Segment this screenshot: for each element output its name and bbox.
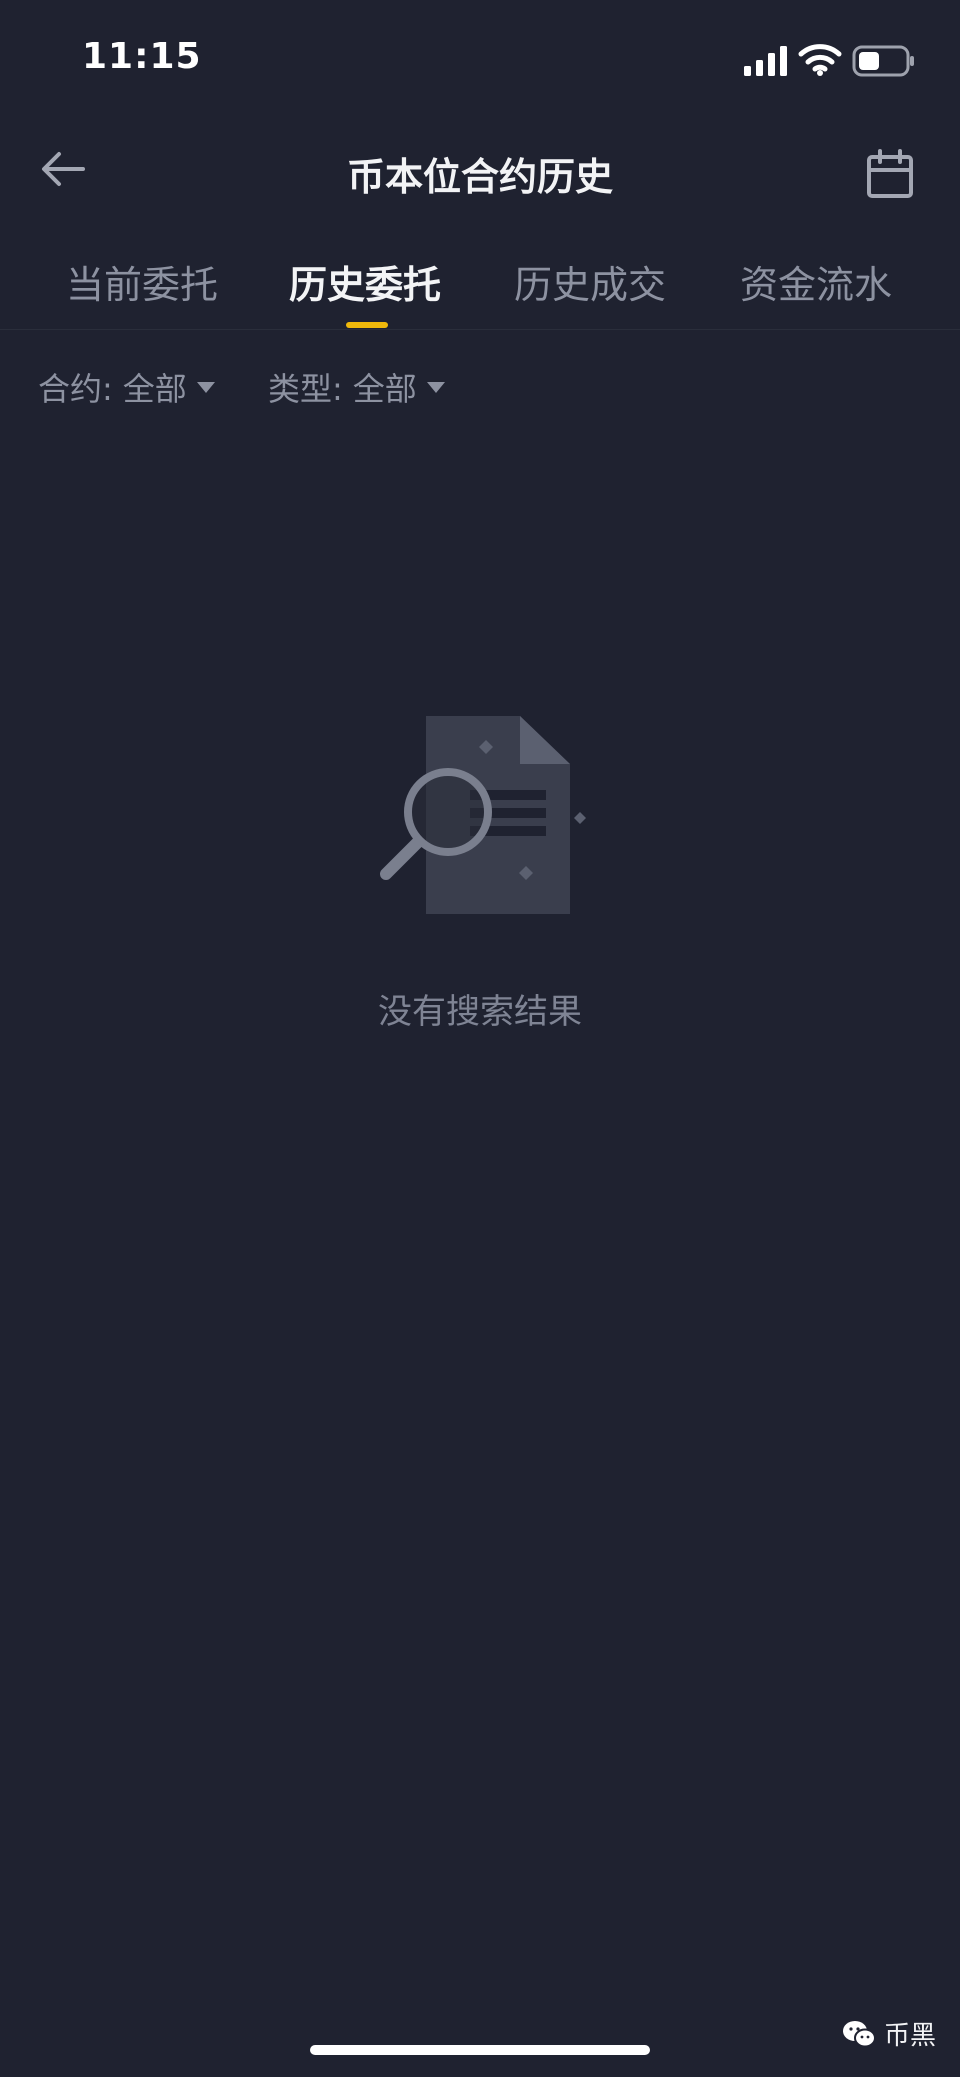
tab-current-orders[interactable]: 当前委托: [66, 254, 218, 309]
contract-filter-value: 全部: [122, 370, 187, 408]
signal-icon: [744, 46, 787, 76]
type-filter-label: 类型:: [268, 370, 343, 408]
wifi-icon: [798, 44, 842, 76]
tab-order-history[interactable]: 历史委托: [289, 254, 441, 309]
status-bar: 11:15: [0, 0, 960, 120]
document-search-icon: [380, 716, 586, 914]
tab-trade-history[interactable]: 历史成交: [514, 254, 666, 309]
caret-down-icon: [426, 381, 445, 393]
tab-funding-flow[interactable]: 资金流水: [740, 254, 892, 309]
contract-filter-label: 合约:: [38, 370, 113, 408]
calendar-button[interactable]: [858, 142, 922, 206]
active-tab-indicator: [346, 322, 388, 328]
empty-state-message: 没有搜索结果: [378, 992, 582, 1032]
watermark: 币黑: [842, 2015, 936, 2052]
screen: 11:15 币本位合约历史 当前委托 历史委托 历史成交 资金流水 合约: 全部…: [0, 0, 960, 2077]
calendar-icon: [867, 149, 913, 198]
status-time: 11:15: [82, 36, 202, 77]
tab-bar: 当前委托 历史委托 历史成交 资金流水: [0, 240, 960, 330]
header: 币本位合约历史: [0, 120, 960, 220]
filter-bar: 合约: 全部 类型: 全部: [0, 360, 960, 416]
watermark-text: 币黑: [884, 2021, 937, 2051]
caret-down-icon: [196, 381, 215, 393]
type-filter[interactable]: 类型: 全部: [268, 364, 445, 410]
contract-filter[interactable]: 合约: 全部: [38, 364, 215, 410]
home-indicator[interactable]: [310, 2045, 650, 2055]
wechat-icon: [843, 2020, 876, 2047]
page-title: 币本位合约历史: [346, 155, 613, 199]
type-filter-value: 全部: [352, 370, 417, 408]
battery-icon: [852, 45, 914, 77]
